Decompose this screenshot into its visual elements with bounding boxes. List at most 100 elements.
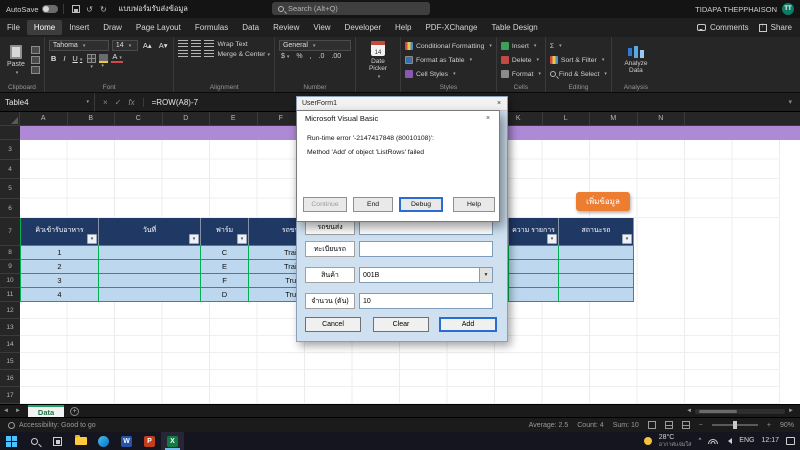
sheet-tab-data[interactable]: Data [28,405,64,418]
tab-insert[interactable]: Insert [62,20,96,35]
column-header[interactable]: B [68,112,116,125]
tab-help[interactable]: Help [388,20,418,35]
date-picker-button[interactable]: 14 Date Picker [360,40,396,80]
save-icon[interactable] [70,3,82,15]
wrap-text-button[interactable]: Wrap Text [217,41,247,48]
cell-styles-button[interactable]: Cell Styles [405,68,492,80]
zoom-in-icon[interactable]: + [767,422,771,429]
merge-center-button[interactable]: Merge & Center [217,51,270,58]
debug-button[interactable]: Debug [399,197,443,212]
tab-file[interactable]: File [0,20,27,35]
table-cell[interactable] [509,260,559,274]
tab-table-design[interactable]: Table Design [485,20,545,35]
table-header-status[interactable]: สถานะรถ [559,218,634,246]
row-header[interactable] [0,126,20,140]
language-indicator[interactable]: ENG [739,437,754,444]
hidden-icons-chevron[interactable]: ^ [698,438,701,444]
tab-developer[interactable]: Developer [338,20,388,35]
column-header[interactable]: M [590,112,638,125]
align-top-icon[interactable] [178,40,188,48]
comments-button[interactable]: Comments [697,23,749,32]
table-cell[interactable] [99,288,201,302]
column-header[interactable]: C [115,112,163,125]
tab-draw[interactable]: Draw [96,20,129,35]
table-header-amount[interactable]: ความ รายการ [509,218,559,246]
autosave-switch-icon[interactable] [42,5,58,13]
align-bottom-icon[interactable] [204,40,214,48]
tab-formulas[interactable]: Formulas [188,20,235,35]
page-break-view-icon[interactable] [682,421,690,429]
volume-icon[interactable] [725,438,732,444]
add-data-button[interactable]: เพิ่มข้อมูล [576,192,630,211]
row-header[interactable]: 13 [0,319,20,336]
taskbar-search-button[interactable] [23,432,46,450]
table-header-farm[interactable]: ฟาร์ม [201,218,249,246]
error-dialog-titlebar[interactable]: Microsoft Visual Basic × [297,111,499,126]
tab-data[interactable]: Data [235,20,266,35]
powerpoint-button[interactable]: P [138,432,161,450]
help-button[interactable]: Help [453,197,495,212]
avatar[interactable]: TT [782,3,794,15]
paste-button[interactable]: Paste [4,40,28,80]
userform-titlebar[interactable]: UserForm1 × [297,97,507,111]
table-cell[interactable]: 3 [21,274,99,288]
formula-input[interactable]: =ROW(A8)-7 [144,98,198,107]
select-all-button[interactable] [0,112,20,125]
table-cell[interactable] [509,274,559,288]
hscroll-right-icon[interactable]: ► [788,408,794,414]
undo-icon[interactable]: ↺ [84,3,96,15]
plate-field[interactable] [359,241,493,257]
row-header[interactable]: 14 [0,336,20,353]
decrease-decimal-icon[interactable]: .00 [329,53,343,60]
row-header[interactable]: 8 [0,246,20,260]
word-button[interactable]: W [115,432,138,450]
table-cell[interactable] [559,288,634,302]
task-view-button[interactable] [46,432,69,450]
row-header[interactable]: 16 [0,370,20,387]
cancel-icon[interactable]: × [103,98,108,107]
bold-button[interactable]: B [49,54,58,63]
autosave-toggle[interactable]: AutoSave [6,5,58,14]
conditional-formatting-button[interactable]: Conditional Formatting [405,40,492,52]
sheet-nav-left-icon[interactable]: ◄ [0,408,12,414]
notification-center-icon[interactable] [786,437,795,445]
excel-button[interactable]: X [161,432,184,450]
normal-view-icon[interactable] [648,421,656,429]
comma-icon[interactable]: , [308,53,314,60]
edge-button[interactable] [92,432,115,450]
zoom-slider[interactable] [712,424,758,426]
tab-page-layout[interactable]: Page Layout [129,20,188,35]
name-box[interactable]: Table4 [0,93,95,111]
increase-decimal-icon[interactable]: .0 [317,53,327,60]
row-header[interactable]: 10 [0,274,20,288]
align-right-icon[interactable] [204,50,214,58]
tab-pdf-xchange[interactable]: PDF-XChange [418,20,484,35]
column-header[interactable]: E [210,112,258,125]
accounting-format-icon[interactable]: $ [279,53,291,60]
clear-button[interactable]: Clear [373,317,429,332]
percent-icon[interactable]: % [294,53,304,60]
wifi-icon[interactable] [708,438,718,444]
zoom-out-icon[interactable]: − [699,422,703,429]
add-button[interactable]: Add [439,317,497,332]
format-as-table-button[interactable]: Format as Table [405,54,492,66]
table-cell[interactable]: E [201,260,249,274]
file-explorer-button[interactable] [69,432,92,450]
row-header[interactable]: 7 [0,218,20,246]
row-header[interactable]: 15 [0,353,20,370]
table-cell[interactable] [509,246,559,260]
row-header[interactable]: 3 [0,140,20,160]
font-name-select[interactable]: Tahoma [49,40,109,51]
autosum-button[interactable]: Σ [550,40,607,52]
table-header-date[interactable]: วันที่ [99,218,201,246]
row-header[interactable]: 11 [0,288,20,302]
align-center-icon[interactable] [191,50,201,58]
row-header[interactable]: 4 [0,160,20,179]
share-button[interactable]: Share [759,23,792,32]
column-header[interactable]: N [638,112,686,125]
weather-widget[interactable]: 28°C อากาศแจ่มใส [659,434,692,448]
cut-icon[interactable] [31,46,40,54]
row-header[interactable]: 9 [0,260,20,274]
close-icon[interactable]: × [491,97,507,110]
table-cell[interactable]: 4 [21,288,99,302]
